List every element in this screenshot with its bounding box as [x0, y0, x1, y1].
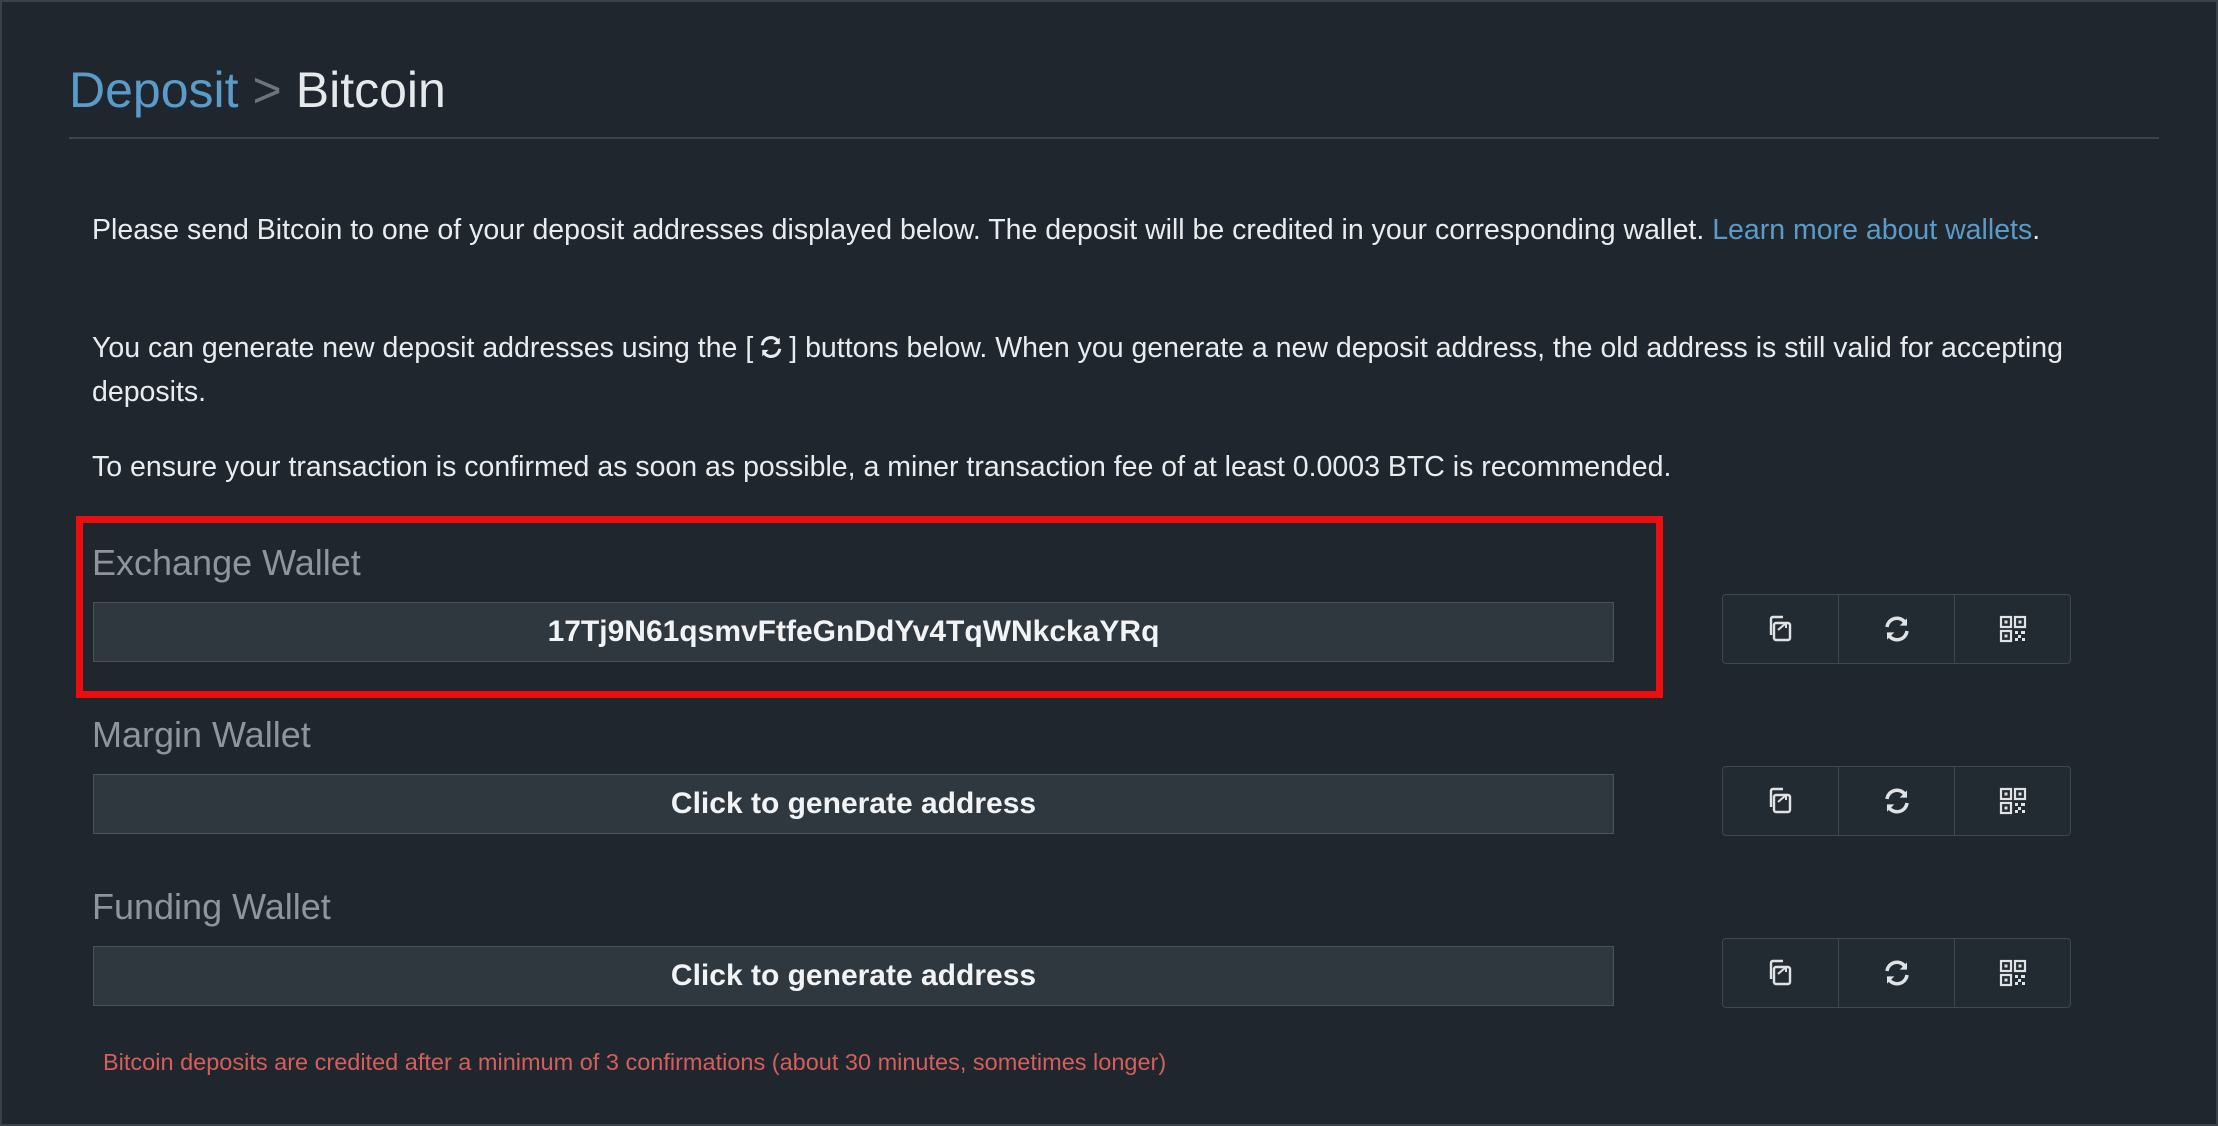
copy-icon: [1769, 615, 1791, 642]
copy-address-button[interactable]: [1723, 939, 1838, 1007]
qr-code-icon: [1999, 787, 2026, 815]
intro-text: Please send Bitcoin to one of your depos…: [92, 214, 1705, 246]
intro-paragraph-generate: You can generate new deposit addresses u…: [92, 326, 2092, 414]
intro-period: .: [2032, 214, 2041, 246]
refresh-icon: [1884, 788, 1909, 814]
show-qr-code-button[interactable]: [1954, 939, 2070, 1007]
breadcrumb: Deposit > Bitcoin: [69, 60, 446, 120]
address-field-margin[interactable]: Click to generate address: [93, 774, 1614, 834]
wallet-label-exchange: Exchange Wallet: [92, 542, 361, 583]
copy-icon: [1769, 959, 1791, 986]
refresh-icon: [1884, 960, 1909, 986]
show-qr-code-button[interactable]: [1954, 595, 2070, 663]
wallet-actions-margin: [1722, 766, 2071, 836]
address-field-funding[interactable]: Click to generate address: [93, 946, 1614, 1006]
copy-address-button[interactable]: [1723, 595, 1838, 663]
wallet-actions-funding: [1722, 938, 2071, 1008]
learn-more-wallets-link[interactable]: Learn more about wallets: [1712, 214, 2032, 246]
header-divider: [69, 137, 2159, 139]
deposit-panel: Deposit > Bitcoin Please send Bitcoin to o…: [2, 2, 2216, 1124]
wallet-label-margin: Margin Wallet: [92, 714, 311, 755]
regenerate-address-button[interactable]: [1838, 939, 1954, 1007]
show-qr-code-button[interactable]: [1954, 767, 2070, 835]
generate-text-before: You can generate new deposit addresses u…: [92, 332, 754, 364]
refresh-icon: [1884, 616, 1909, 642]
breadcrumb-current-page: Bitcoin: [295, 62, 446, 118]
address-field-exchange[interactable]: 17Tj9N61qsmvFtfeGnDdYv4TqWNkckaYRq: [93, 602, 1614, 662]
regenerate-address-button[interactable]: [1838, 767, 1954, 835]
qr-code-icon: [1999, 615, 2026, 643]
breadcrumb-separator: >: [252, 62, 282, 118]
wallet-actions-exchange: [1722, 594, 2071, 664]
copy-icon: [1769, 787, 1791, 814]
qr-code-icon: [1999, 959, 2026, 987]
refresh-icon: [760, 336, 782, 358]
regenerate-address-button[interactable]: [1838, 595, 1954, 663]
intro-paragraph-wallets: Please send Bitcoin to one of your depos…: [92, 208, 2092, 252]
confirmation-note: Bitcoin deposits are credited after a mi…: [103, 1049, 1167, 1075]
wallet-label-funding: Funding Wallet: [92, 886, 331, 927]
intro-paragraph-fee: To ensure your transaction is confirmed …: [92, 451, 1672, 483]
breadcrumb-deposit-link[interactable]: Deposit: [69, 62, 239, 118]
copy-address-button[interactable]: [1723, 767, 1838, 835]
